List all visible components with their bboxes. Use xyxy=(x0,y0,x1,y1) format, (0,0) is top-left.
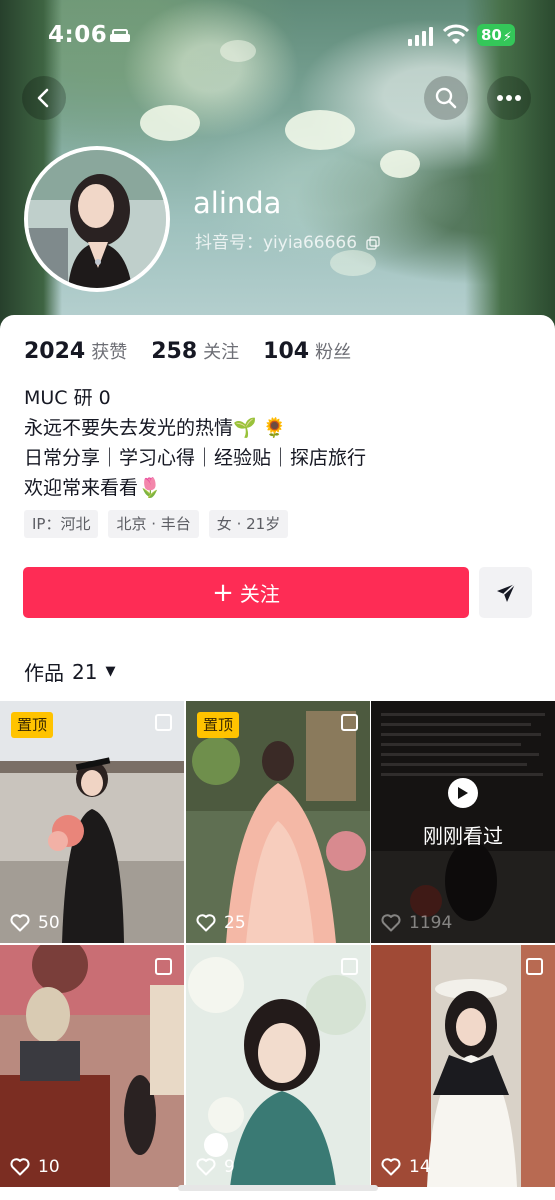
status-time: 4:06 xyxy=(48,22,108,48)
stat-label: 关注 xyxy=(203,342,240,363)
tag-ip: IP：河北 xyxy=(24,510,99,538)
more-icon xyxy=(497,95,521,101)
works-label: 作品 xyxy=(24,661,64,685)
message-button[interactable] xyxy=(479,567,532,618)
multi-image-icon xyxy=(155,714,172,731)
video-tile[interactable]: 置顶 50 xyxy=(0,701,184,943)
home-indicator[interactable] xyxy=(178,1185,378,1191)
banner-blossom xyxy=(140,105,200,141)
like-count: 10 xyxy=(10,1157,60,1177)
stat-followers[interactable]: 104 粉丝 xyxy=(263,338,351,364)
multi-image-icon xyxy=(155,958,172,975)
video-thumbnail xyxy=(0,945,184,1187)
carplay-icon xyxy=(110,29,130,42)
video-tile[interactable]: 10 xyxy=(0,945,184,1187)
heart-icon xyxy=(10,1158,30,1176)
like-count: 14 xyxy=(381,1157,431,1177)
heart-icon xyxy=(196,1158,216,1176)
like-number: 10 xyxy=(38,1157,60,1177)
like-count: 1194 xyxy=(381,913,452,933)
bio-line: 永远不要失去发光的热情🌱 🌻 xyxy=(24,417,287,439)
pinned-badge: 置顶 xyxy=(197,712,240,738)
like-number: 1194 xyxy=(409,913,453,933)
bio-line: 日常分享｜学习心得｜经验贴｜探店旅行 xyxy=(24,447,367,469)
video-thumbnail xyxy=(186,945,370,1187)
video-tile[interactable]: 置顶 25 xyxy=(186,701,370,943)
video-tile[interactable]: 9 xyxy=(186,945,370,1187)
works-count: 21 xyxy=(72,659,98,684)
recently-watched-overlay: 刚刚看过 xyxy=(371,701,555,943)
banner-blossom xyxy=(330,250,376,276)
works-tab[interactable]: 作品 21 ▼ xyxy=(24,657,115,686)
profile-tags: IP：河北 北京 · 丰台 女 · 21岁 xyxy=(24,510,298,538)
status-bar: 4:06 80 ⚡ xyxy=(0,18,555,58)
banner-blossom xyxy=(285,110,355,150)
like-number: 9 xyxy=(224,1157,235,1177)
back-button[interactable] xyxy=(22,76,66,120)
tag-location: 北京 · 丰台 xyxy=(108,510,199,538)
signal-icon xyxy=(408,27,433,46)
douyin-id[interactable]: 抖音号：yiyia66666 xyxy=(195,228,381,253)
stat-value: 258 xyxy=(151,339,198,364)
plus-icon: + xyxy=(212,577,234,608)
multi-image-icon xyxy=(341,958,358,975)
username: alinda xyxy=(193,186,282,220)
bio-line: MUC 研 0 xyxy=(24,387,111,409)
wifi-icon xyxy=(443,24,469,44)
like-number: 25 xyxy=(224,913,246,933)
stat-likes[interactable]: 2024 获赞 xyxy=(24,338,127,364)
profile-stats: 2024 获赞 258 关注 104 粉丝 xyxy=(24,338,375,368)
like-count: 25 xyxy=(196,913,246,933)
battery-indicator: 80 ⚡ xyxy=(477,24,515,46)
heart-icon xyxy=(10,914,30,932)
video-tile[interactable]: 14 xyxy=(371,945,555,1187)
copy-icon[interactable] xyxy=(366,236,381,250)
bio-line: 欢迎常来看看🌷 xyxy=(24,477,162,499)
like-number: 50 xyxy=(38,913,60,933)
bio: MUC 研 0 永远不要失去发光的热情🌱 🌻 日常分享｜学习心得｜经验贴｜探店旅… xyxy=(24,383,366,503)
charging-icon: ⚡ xyxy=(502,30,512,45)
back-icon xyxy=(37,88,49,108)
send-icon xyxy=(496,582,516,602)
like-number: 14 xyxy=(409,1157,431,1177)
like-count: 9 xyxy=(196,1157,235,1177)
stat-label: 获赞 xyxy=(91,342,128,363)
recently-watched-label: 刚刚看过 xyxy=(423,823,503,848)
video-thumbnail xyxy=(371,945,555,1187)
multi-image-icon xyxy=(341,714,358,731)
more-button[interactable] xyxy=(487,76,531,120)
follow-label: 关注 xyxy=(239,582,280,606)
follow-button[interactable]: + 关注 xyxy=(23,567,469,618)
stat-value: 2024 xyxy=(24,339,86,364)
search-button[interactable] xyxy=(424,76,468,120)
search-icon xyxy=(435,87,457,109)
avatar[interactable] xyxy=(24,146,170,292)
heart-icon xyxy=(381,914,401,932)
tag-gender-age: 女 · 21岁 xyxy=(208,510,289,538)
avatar-photo xyxy=(28,150,166,288)
banner-blossom xyxy=(380,150,420,178)
heart-icon xyxy=(196,914,216,932)
heart-icon xyxy=(381,1158,401,1176)
stat-value: 104 xyxy=(263,339,310,364)
video-tile[interactable]: 刚刚看过 1194 xyxy=(371,701,555,943)
stat-following[interactable]: 258 关注 xyxy=(151,338,239,364)
like-count: 50 xyxy=(10,913,60,933)
play-icon xyxy=(448,777,478,808)
stat-label: 粉丝 xyxy=(315,342,352,363)
multi-image-icon xyxy=(526,958,543,975)
pinned-badge: 置顶 xyxy=(11,712,54,738)
caret-down-icon: ▼ xyxy=(105,664,116,679)
douyin-id-text: 抖音号：yiyia66666 xyxy=(195,233,358,253)
